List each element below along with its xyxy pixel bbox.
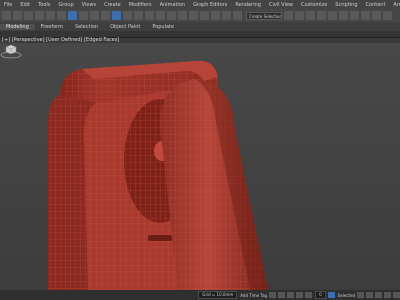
select-object-icon[interactable] [68, 11, 77, 20]
menu-item[interactable]: Civil View [265, 2, 297, 8]
auto-key-button[interactable] [327, 292, 335, 298]
curve-editor-icon[interactable] [328, 11, 337, 20]
grid-size-readout: Grid = 10.0mm [198, 291, 238, 299]
play-icon[interactable] [287, 292, 295, 298]
select-scale-icon[interactable] [134, 11, 143, 20]
cylinder-arm [160, 79, 268, 290]
prev-frame-icon[interactable] [278, 292, 286, 298]
select-manipulate-icon[interactable] [167, 11, 176, 20]
add-time-tag[interactable]: Add Time Tag [240, 293, 267, 298]
menu-item[interactable]: Rendering [231, 2, 265, 8]
ribbon-tab[interactable]: Freeform [35, 24, 69, 30]
menu-item[interactable]: Tools [34, 2, 54, 8]
selection-set-dropdown[interactable]: Create Selection Set [246, 11, 282, 20]
selected-filter[interactable]: Selected [338, 293, 355, 298]
angle-snap-icon[interactable] [200, 11, 209, 20]
ribbon-tab[interactable]: Selection [69, 24, 104, 30]
perspective-viewport[interactable] [0, 43, 400, 290]
redo-icon[interactable] [13, 11, 22, 20]
link-icon[interactable] [24, 11, 33, 20]
material-editor-icon[interactable] [350, 11, 359, 20]
menu-item[interactable]: Modifiers [125, 2, 156, 8]
undo-icon[interactable] [2, 11, 11, 20]
render-setup-icon[interactable] [361, 11, 370, 20]
go-to-start-icon[interactable] [269, 292, 277, 298]
keyboard-shortcut-icon[interactable] [178, 11, 187, 20]
toggle-layer-explorer-icon[interactable] [317, 11, 326, 20]
menu-item[interactable]: Create [100, 2, 125, 8]
align-icon[interactable] [295, 11, 304, 20]
ribbon-tab[interactable]: Object Paint [104, 24, 146, 30]
unlink-icon[interactable] [35, 11, 44, 20]
render-production-icon[interactable] [383, 11, 392, 20]
pivot-center-icon[interactable] [156, 11, 165, 20]
next-frame-icon[interactable] [296, 292, 304, 298]
ribbon-tabs: Modeling Freeform Selection Object Paint Pop… [0, 22, 400, 31]
pan-icon[interactable] [384, 292, 391, 298]
menu-item[interactable]: Content [362, 2, 390, 8]
edit-named-selection-icon[interactable] [233, 11, 242, 20]
menu-item[interactable]: Animation [156, 2, 190, 8]
menu-item[interactable]: Arnold [389, 2, 400, 8]
menu-item[interactable]: Views [78, 2, 100, 8]
current-frame-field[interactable]: 0 [315, 291, 326, 299]
maximize-viewport-icon[interactable] [393, 292, 400, 298]
select-move-icon[interactable] [112, 11, 121, 20]
go-to-end-icon[interactable] [305, 292, 313, 298]
mirror-icon[interactable] [284, 11, 293, 20]
menu-item[interactable]: File [0, 2, 16, 8]
schematic-view-icon[interactable] [339, 11, 348, 20]
percent-snap-icon[interactable] [211, 11, 220, 20]
rect-select-icon[interactable] [90, 11, 99, 20]
select-by-name-icon[interactable] [79, 11, 88, 20]
reference-coord-icon[interactable] [145, 11, 154, 20]
menu-item[interactable]: Edit [16, 2, 34, 8]
rendered-frame-window-icon[interactable] [372, 11, 381, 20]
menu-item[interactable]: Graph Editors [189, 2, 231, 8]
main-toolbar: Create Selection Set [0, 9, 400, 23]
menu-item[interactable]: Scripting [331, 2, 361, 8]
menu-bar: File Edit Tools Group Views Create Modifiers An… [0, 0, 400, 9]
set-key-icon[interactable] [357, 292, 364, 298]
snaps-toggle-icon[interactable] [189, 11, 198, 20]
status-bar: Grid = 10.0mm Add Time Tag 0 Selected [0, 290, 400, 300]
spinner-snap-icon[interactable] [222, 11, 231, 20]
toggle-scene-explorer-icon[interactable] [306, 11, 315, 20]
window-crossing-icon[interactable] [101, 11, 110, 20]
menu-item[interactable]: Customize [297, 2, 331, 8]
bind-space-warp-icon[interactable] [46, 11, 55, 20]
viewcube-icon[interactable] [0, 43, 22, 59]
mesh-render [48, 60, 268, 290]
orbit-icon[interactable] [375, 292, 382, 298]
ribbon-tab[interactable]: Populate [146, 24, 180, 30]
selection-filter-icon[interactable] [57, 11, 66, 20]
menu-item[interactable]: Group [54, 2, 77, 8]
select-rotate-icon[interactable] [123, 11, 132, 20]
zoom-icon[interactable] [366, 292, 373, 298]
ribbon-tab[interactable]: Modeling [0, 23, 35, 30]
